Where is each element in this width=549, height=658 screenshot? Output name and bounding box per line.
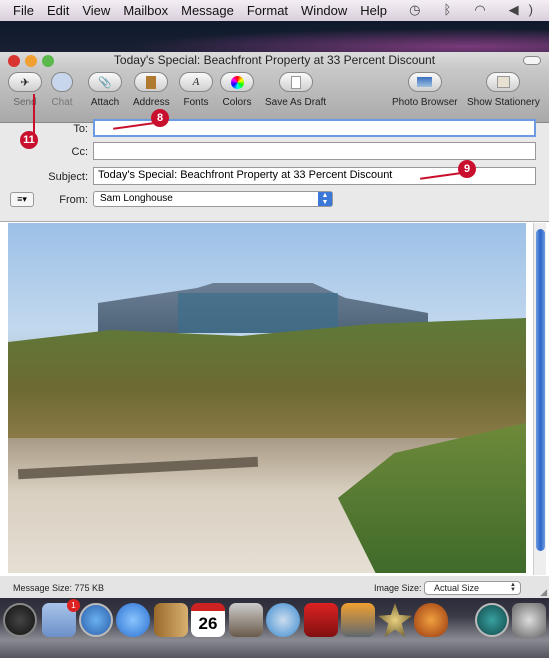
bluetooth-icon[interactable]: ᛒ [444, 2, 462, 17]
status-footer: Message Size: 775 KB Image Size: Actual … [0, 576, 549, 599]
send-button[interactable]: ✈ Send [8, 72, 42, 108]
save-as-draft-button[interactable]: Save As Draft [265, 72, 326, 108]
image-size-value: Actual Size [434, 583, 480, 593]
title-bar: Today's Special: Beachfront Property at … [0, 52, 549, 69]
mail-badge: 1 [67, 599, 80, 612]
time-machine-icon[interactable]: ◷ [409, 2, 430, 17]
photo-booth-icon[interactable] [341, 603, 375, 637]
callout-11: 11 [20, 131, 38, 149]
menu-message[interactable]: Message [181, 3, 234, 18]
menu-bar: File Edit View Mailbox Message Format Wi… [0, 0, 549, 21]
iphoto-icon[interactable] [229, 603, 263, 637]
paperclip-icon: 📎 [88, 72, 122, 92]
window-title: Today's Special: Beachfront Property at … [113, 53, 436, 67]
draft-document-icon [278, 72, 313, 92]
colors-button[interactable]: Colors [220, 72, 254, 108]
photo-browser-icon [407, 72, 442, 92]
resize-grip-icon[interactable]: ◢ [540, 587, 547, 598]
callout-9: 9 [458, 160, 476, 178]
safari-icon[interactable] [79, 603, 113, 637]
ichat-icon[interactable] [116, 603, 150, 637]
message-body[interactable] [0, 221, 549, 576]
attach-button[interactable]: 📎 Attach [88, 72, 122, 108]
imovie-icon[interactable] [378, 603, 412, 637]
beach-house-photo [8, 223, 526, 573]
dock: 1 26 [0, 598, 549, 658]
from-select[interactable]: Sam Longhouse ▲ ▼ [93, 191, 333, 207]
stationery-icon [486, 72, 521, 92]
cc-field[interactable] [93, 142, 536, 160]
image-size-label: Image Size: [374, 583, 422, 593]
send-icon: ✈ [8, 72, 42, 92]
ical-day: 26 [198, 614, 218, 633]
callout-11-arrow [33, 94, 35, 134]
image-size-select[interactable]: Actual Size ▲ ▼ [424, 581, 521, 595]
zoom-button[interactable] [42, 55, 54, 67]
menu-file[interactable]: File [13, 3, 34, 18]
close-button[interactable] [8, 55, 20, 67]
menu-view[interactable]: View [82, 3, 110, 18]
minimize-button[interactable] [25, 55, 37, 67]
desktop [0, 21, 549, 53]
fonts-icon: A [179, 72, 213, 92]
itunes-icon[interactable] [266, 603, 300, 637]
menu-edit[interactable]: Edit [47, 3, 69, 18]
from-label: From: [59, 194, 88, 206]
from-value: Sam Longhouse [100, 193, 173, 204]
fonts-button[interactable]: A Fonts [179, 72, 213, 108]
address-book-dock-icon[interactable] [154, 603, 188, 637]
select-arrows-icon: ▲ ▼ [510, 582, 516, 593]
scrollbar-thumb[interactable] [536, 229, 545, 551]
photo-browser-button[interactable]: Photo Browser [392, 72, 458, 108]
menu-help[interactable]: Help [360, 3, 387, 18]
to-label: To: [73, 123, 88, 135]
menu-window[interactable]: Window [301, 3, 347, 18]
chat-icon [51, 72, 73, 92]
callout-8: 8 [151, 109, 169, 127]
toolbar: ✈ Send Chat 📎 Attach Address A Fonts Colors… [0, 69, 549, 123]
message-size: Message Size: 775 KB [13, 583, 105, 593]
menu-format[interactable]: Format [247, 3, 288, 18]
show-stationery-button[interactable]: Show Stationery [467, 72, 540, 108]
system-preferences-icon[interactable] [512, 603, 546, 637]
menu-mailbox[interactable]: Mailbox [123, 3, 168, 18]
volume-icon[interactable]: ◀) [509, 2, 543, 17]
compose-window: Today's Special: Beachfront Property at … [0, 52, 549, 599]
cc-label: Cc: [71, 146, 89, 158]
vertical-scrollbar[interactable] [533, 223, 546, 575]
front-row-icon[interactable] [304, 603, 338, 637]
time-machine-dock-icon[interactable] [475, 603, 509, 637]
subject-label: Subject: [48, 171, 88, 183]
dashboard-icon[interactable] [3, 603, 37, 637]
address-book-icon [134, 72, 169, 92]
ical-icon[interactable]: 26 [191, 603, 225, 637]
select-arrows-icon: ▲ ▼ [318, 192, 332, 206]
wifi-icon[interactable]: ◠ [474, 2, 495, 17]
chat-button[interactable]: Chat [51, 72, 73, 108]
address-button[interactable]: Address [133, 72, 170, 108]
toolbar-toggle-button[interactable] [523, 56, 541, 65]
color-wheel-icon [220, 72, 254, 92]
garageband-icon[interactable] [414, 603, 448, 637]
mail-icon[interactable]: 1 [42, 599, 80, 637]
